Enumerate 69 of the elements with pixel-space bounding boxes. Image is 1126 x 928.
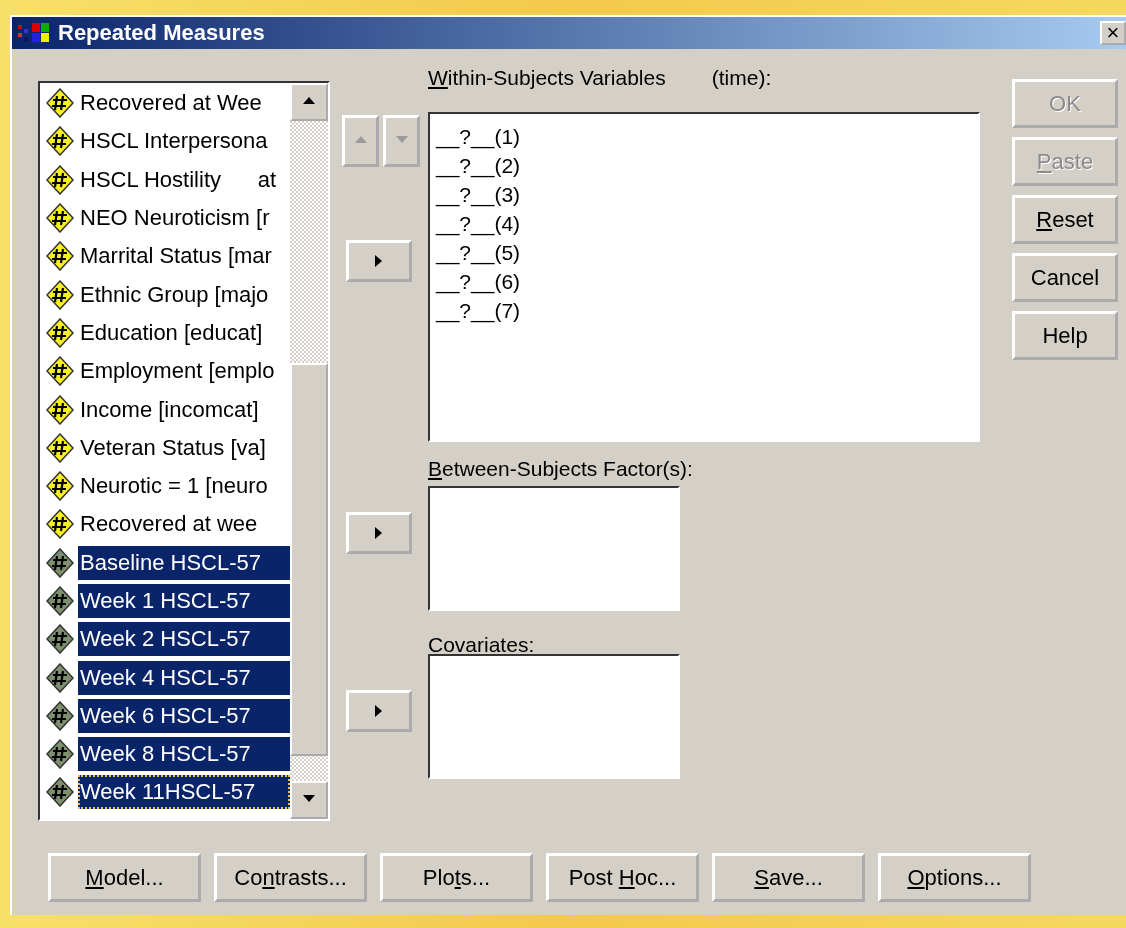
numeric-variable-icon — [46, 471, 74, 502]
dialog-button[interactable]: Help — [1012, 311, 1118, 360]
numeric-variable-icon — [46, 700, 74, 731]
within-item[interactable]: __?__(7) — [436, 296, 972, 325]
dialog-button[interactable]: Post Hoc... — [546, 853, 699, 902]
numeric-variable-icon — [46, 356, 74, 387]
dialog-button[interactable]: Contrasts... — [214, 853, 367, 902]
variable-item[interactable]: Ethnic Group [majo — [78, 277, 290, 312]
variable-item[interactable]: Recovered at Wee — [78, 86, 290, 121]
within-item[interactable]: __?__(2) — [436, 151, 972, 180]
within-item[interactable]: __?__(1) — [436, 122, 972, 151]
numeric-variable-icon — [46, 279, 74, 310]
factor-name: (time): — [711, 66, 772, 90]
variable-item[interactable]: Week 4 HSCL-57 — [78, 660, 290, 695]
variable-item[interactable]: Week 6 HSCL-57 — [78, 698, 290, 733]
variable-item[interactable]: Week 1 HSCL-57 — [78, 584, 290, 618]
numeric-variable-icon — [46, 432, 74, 463]
variable-item[interactable]: HSCL Interpersona — [78, 124, 290, 159]
variable-item[interactable]: HSCL Hostility at — [78, 162, 290, 197]
dialog-button[interactable]: Cancel — [1012, 253, 1118, 302]
variable-item[interactable]: Education [educat] — [78, 315, 290, 350]
variable-item[interactable]: Week 8 HSCL-57 — [78, 737, 290, 772]
numeric-variable-icon — [46, 662, 74, 693]
numeric-variable-icon — [46, 203, 74, 234]
numeric-variable-icon — [46, 126, 74, 157]
within-item[interactable]: __?__(4) — [436, 209, 972, 238]
variable-item[interactable]: Week 11HSCL-57 — [78, 775, 290, 810]
move-right-button[interactable] — [346, 240, 412, 282]
numeric-variable-icon — [46, 394, 74, 425]
numeric-variable-icon — [46, 586, 74, 616]
field-label: Covariates: — [428, 633, 536, 658]
variable-item[interactable]: Veteran Status [va] — [78, 430, 290, 465]
variable-item[interactable]: Neurotic = 1 [neuro — [78, 469, 290, 504]
window-title: Repeated Measures — [58, 20, 266, 46]
within-item[interactable]: __?__(6) — [436, 267, 972, 296]
between-subjects-list[interactable] — [428, 486, 680, 611]
variable-item[interactable]: Marrital Status [mar — [78, 239, 290, 274]
dialog-button[interactable]: Model... — [48, 853, 201, 902]
within-subjects-list[interactable]: __?__(1) __?__(2) __?__(3) __?__(4) __?__(5) __?__(6) __?__(7) — [428, 112, 980, 442]
variable-item[interactable]: Week 2 HSCL-57 — [78, 622, 290, 657]
scrollbar[interactable] — [290, 83, 328, 819]
within-item[interactable]: __?__(5) — [436, 238, 972, 267]
numeric-variable-icon — [46, 164, 74, 195]
variable-item[interactable]: Recovered at wee — [78, 507, 290, 542]
field-label: Within-Subjects Variables — [428, 66, 666, 90]
variable-item[interactable]: Employment [emplo — [78, 354, 290, 389]
variable-item[interactable]: Baseline HSCL-57 — [78, 545, 290, 580]
numeric-variable-icon — [46, 624, 74, 655]
field-label: Between-Subjects Factor(s): — [428, 457, 694, 482]
numeric-variable-icon — [46, 547, 74, 578]
dialog-button[interactable]: Reset — [1012, 195, 1118, 244]
dialog-button[interactable]: Plots... — [380, 853, 533, 902]
variable-item[interactable]: Income [incomcat] — [78, 392, 290, 427]
numeric-variable-icon — [46, 317, 74, 348]
numeric-variable-icon — [46, 739, 74, 770]
move-right-button[interactable] — [346, 512, 412, 554]
variable-list[interactable] — [38, 81, 330, 821]
dialog-button[interactable]: Options... — [878, 853, 1031, 902]
dialog-button[interactable]: Save... — [712, 853, 865, 902]
numeric-variable-icon — [46, 241, 74, 272]
numeric-variable-icon — [46, 509, 74, 540]
app-icon — [16, 21, 52, 45]
close-button[interactable]: × — [1100, 21, 1126, 45]
covariates-list[interactable] — [428, 654, 680, 779]
numeric-variable-icon — [46, 777, 74, 808]
variable-item[interactable]: NEO Neuroticism [r — [78, 201, 290, 236]
within-item[interactable]: __?__(3) — [436, 180, 972, 209]
move-right-button[interactable] — [346, 690, 412, 732]
numeric-variable-icon — [46, 88, 74, 119]
